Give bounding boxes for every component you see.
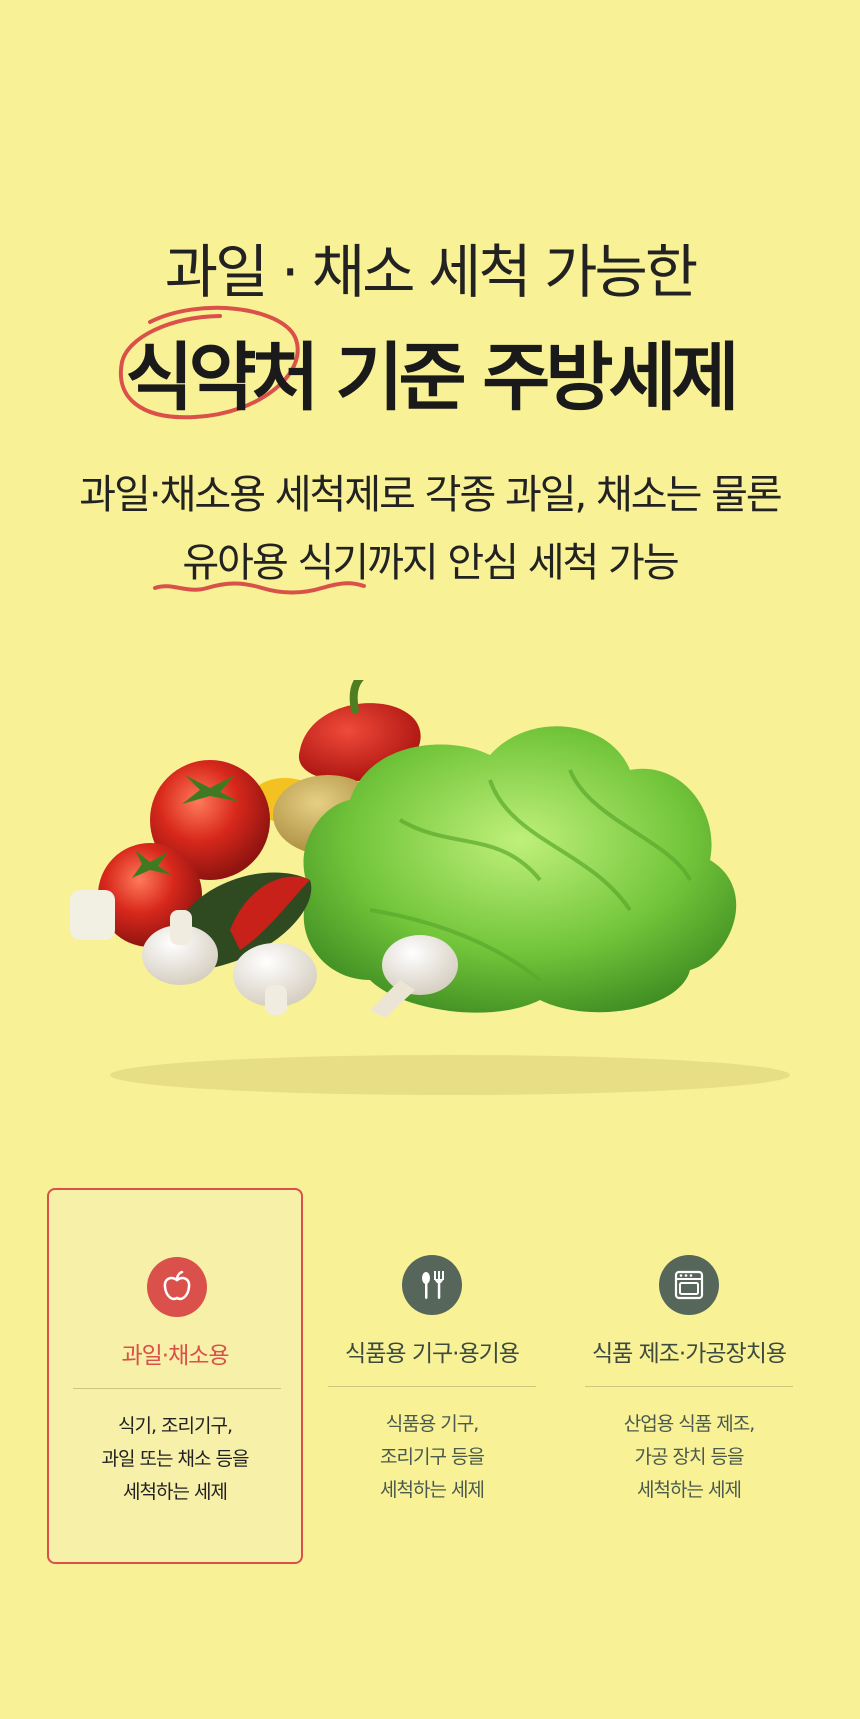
card-title: 식품용 기구·용기용 bbox=[345, 1341, 520, 1367]
apple-icon bbox=[147, 1257, 207, 1317]
card-food-processing[interactable]: 식품 제조·가공장치용 산업용 식품 제조, 가공 장치 등을 세척하는 세제 bbox=[561, 1188, 817, 1564]
card-description: 식기, 조리기구, 과일 또는 채소 등을 세척하는 세제 bbox=[49, 1410, 301, 1509]
card-desc-line: 가공 장치 등을 bbox=[634, 1446, 745, 1468]
card-description: 산업용 식품 제조, 가공 장치 등을 세척하는 세제 bbox=[561, 1408, 817, 1507]
subtitle-line2: 유아용 식기까지 안심 세척 가능 bbox=[182, 540, 679, 586]
card-desc-line: 식품용 기구, bbox=[385, 1413, 479, 1435]
card-desc-line: 세척하는 세제 bbox=[380, 1479, 485, 1501]
utensils-icon bbox=[402, 1255, 462, 1315]
card-fruit-vegetable[interactable]: 과일·채소용 식기, 조리기구, 과일 또는 채소 등을 세척하는 세제 bbox=[47, 1188, 303, 1564]
card-food-utensils[interactable]: 식품용 기구·용기용 식품용 기구, 조리기구 등을 세척하는 세제 bbox=[304, 1188, 560, 1564]
card-desc-line: 식기, 조리기구, bbox=[118, 1415, 233, 1437]
card-title: 과일·채소용 bbox=[121, 1343, 229, 1369]
card-divider bbox=[73, 1388, 281, 1389]
card-divider bbox=[328, 1386, 536, 1387]
card-title: 식품 제조·가공장치용 bbox=[591, 1341, 787, 1367]
vegetables-image bbox=[70, 680, 790, 1095]
hero-title-line2: 식약처 기준 주방세제 bbox=[125, 335, 739, 421]
oven-icon bbox=[659, 1255, 719, 1315]
hero-title-line1: 과일 · 채소 세척 가능한 bbox=[164, 238, 698, 306]
detergent-type-cards: 과일·채소용 식기, 조리기구, 과일 또는 채소 등을 세척하는 세제 식품용… bbox=[47, 1188, 817, 1566]
red-wavy-underline bbox=[153, 581, 366, 595]
subtitle-line1: 과일·채소용 세척제로 각종 과일, 채소는 물론 bbox=[79, 472, 782, 518]
card-desc-line: 조리기구 등을 bbox=[380, 1446, 485, 1468]
card-desc-line: 세척하는 세제 bbox=[637, 1479, 742, 1501]
card-desc-line: 세척하는 세제 bbox=[123, 1481, 228, 1503]
card-desc-line: 산업용 식품 제조, bbox=[623, 1413, 755, 1435]
card-divider bbox=[585, 1386, 793, 1387]
card-desc-line: 과일 또는 채소 등을 bbox=[101, 1448, 250, 1470]
card-description: 식품용 기구, 조리기구 등을 세척하는 세제 bbox=[304, 1408, 560, 1507]
